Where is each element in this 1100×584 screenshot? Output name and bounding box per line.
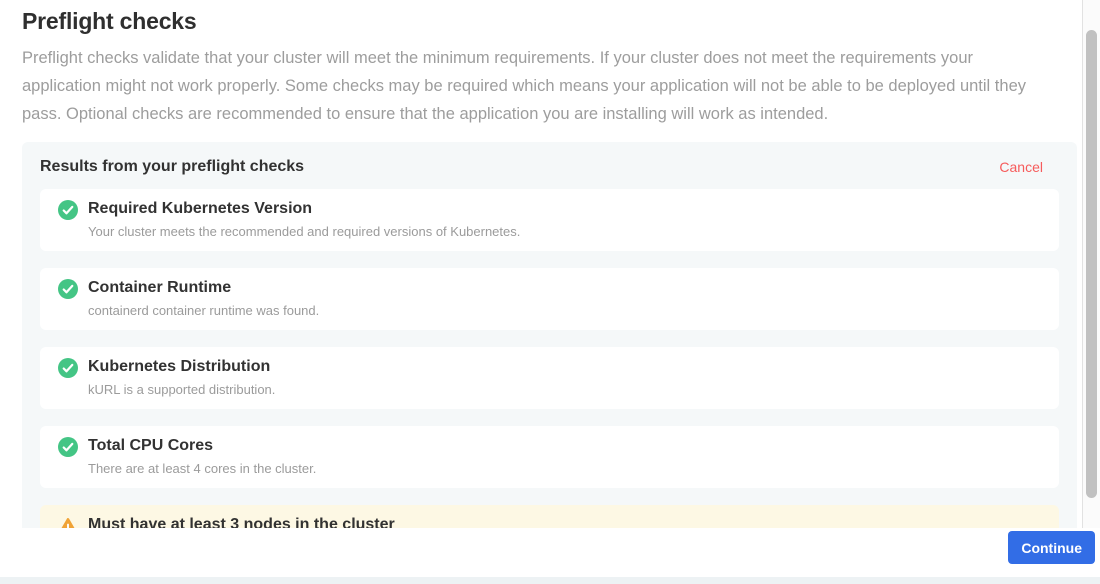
check-body: Container Runtime containerd container ru…: [88, 278, 319, 318]
preflight-results-panel: Results from your preflight checks Cance…: [22, 142, 1077, 528]
preflight-check-row: Container Runtime containerd container ru…: [40, 268, 1059, 330]
check-body: Kubernetes Distribution kURL is a support…: [88, 357, 275, 397]
check-body: Total CPU Cores There are at least 4 core…: [88, 436, 316, 476]
preflight-check-row: Required Kubernetes Version Your cluster …: [40, 189, 1059, 251]
preflight-check-list: Required Kubernetes Version Your cluster …: [40, 189, 1059, 528]
check-title: Total CPU Cores: [88, 436, 316, 456]
page-description: Preflight checks validate that your clus…: [22, 44, 1044, 128]
check-circle-icon: [58, 200, 78, 220]
footer-bar: Continue: [0, 528, 1100, 577]
check-message: There are at least 4 cores in the cluste…: [88, 461, 316, 476]
check-body: Must have at least 3 nodes in the cluste…: [88, 515, 395, 528]
preflight-check-row: Kubernetes Distribution kURL is a support…: [40, 347, 1059, 409]
check-message: kURL is a supported distribution.: [88, 382, 275, 397]
check-message: containerd container runtime was found.: [88, 303, 319, 318]
scrollbar-track[interactable]: [1082, 0, 1100, 528]
check-circle-icon: [58, 279, 78, 299]
check-title: Kubernetes Distribution: [88, 357, 275, 377]
page-title: Preflight checks: [22, 8, 1082, 35]
preflight-check-row: Must have at least 3 nodes in the cluste…: [40, 505, 1059, 528]
cancel-link[interactable]: Cancel: [999, 159, 1043, 175]
continue-button[interactable]: Continue: [1008, 531, 1095, 564]
check-circle-icon: [58, 358, 78, 378]
preflight-page: Preflight checks Preflight checks valida…: [0, 0, 1082, 528]
check-circle-icon: [58, 437, 78, 457]
check-title: Must have at least 3 nodes in the cluste…: [88, 515, 395, 528]
panel-heading: Results from your preflight checks: [40, 158, 304, 176]
main-scroll-area: Preflight checks Preflight checks valida…: [0, 0, 1082, 528]
check-title: Container Runtime: [88, 278, 319, 298]
panel-header: Results from your preflight checks Cance…: [40, 157, 1059, 177]
bottom-strip: [0, 577, 1100, 584]
warning-triangle-icon: [58, 516, 78, 528]
scrollbar-thumb[interactable]: [1086, 30, 1097, 498]
check-message: Your cluster meets the recommended and r…: [88, 224, 520, 239]
check-body: Required Kubernetes Version Your cluster …: [88, 199, 520, 239]
check-title: Required Kubernetes Version: [88, 199, 520, 219]
preflight-check-row: Total CPU Cores There are at least 4 core…: [40, 426, 1059, 488]
